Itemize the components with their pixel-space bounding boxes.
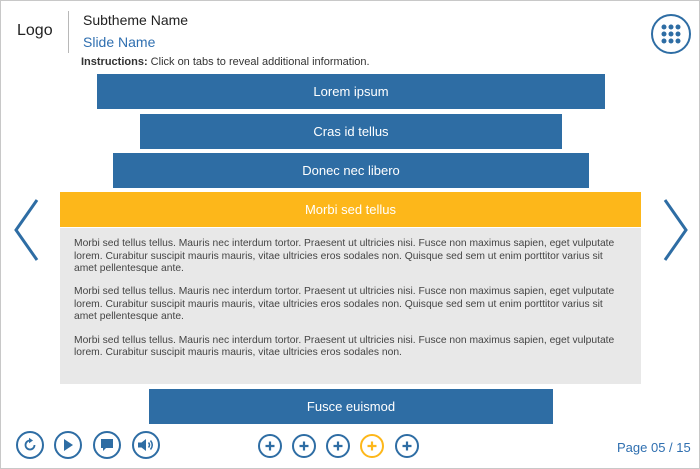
tab-label: Fusce euismod — [306, 399, 396, 414]
instructions: Instructions: Click on tabs to reveal ad… — [81, 56, 370, 68]
menu-button[interactable] — [651, 14, 691, 54]
prev-button[interactable] — [11, 197, 41, 263]
tab-dot-1[interactable] — [258, 434, 282, 458]
plus-icon — [265, 441, 275, 451]
tab-dot-2[interactable] — [292, 434, 316, 458]
slide-title: Slide Name — [83, 34, 156, 50]
instructions-text: Click on tabs to reveal additional infor… — [147, 56, 370, 68]
panel-paragraph: Morbi sed tellus tellus. Mauris nec inte… — [74, 286, 615, 323]
panel-paragraph: Morbi sed tellus tellus. Mauris nec inte… — [74, 238, 615, 275]
tab-donec-nec-libero[interactable]: Donec nec libero — [113, 153, 589, 188]
chevron-left-icon — [14, 199, 39, 261]
tab-fusce-euismod[interactable]: Fusce euismod — [149, 389, 553, 424]
grid-icon — [661, 24, 681, 44]
transcript-button[interactable] — [93, 431, 121, 459]
subtheme-title: Subtheme Name — [83, 12, 189, 28]
play-icon — [64, 439, 73, 451]
header-divider — [68, 11, 69, 53]
tab-label: Cras id tellus — [313, 124, 389, 139]
tab-cras-id-tellus[interactable]: Cras id tellus — [140, 114, 562, 149]
speech-bubble-icon — [101, 439, 113, 451]
logo: Logo — [17, 22, 53, 39]
audio-button[interactable] — [132, 431, 160, 459]
tab-label: Donec nec libero — [302, 163, 400, 178]
replay-icon — [24, 437, 36, 451]
chevron-right-icon — [663, 199, 688, 261]
page-counter: Page 05 / 15 — [617, 440, 691, 455]
tab-lorem-ipsum[interactable]: Lorem ipsum — [97, 74, 605, 109]
speaker-icon — [138, 439, 153, 451]
replay-button[interactable] — [16, 431, 44, 459]
tab-morbi-sed-tellus[interactable]: Morbi sed tellus — [60, 192, 641, 227]
instructions-label: Instructions: — [81, 56, 148, 68]
slide-frame: Logo Subtheme Name Slide Name Instructio… — [0, 0, 700, 469]
tab-label: Morbi sed tellus — [304, 202, 397, 217]
tab-dot-3[interactable] — [326, 434, 350, 458]
plus-icon — [299, 441, 309, 451]
next-button[interactable] — [661, 197, 691, 263]
tab-dot-4[interactable] — [360, 434, 384, 458]
play-button[interactable] — [54, 431, 82, 459]
tab-dot-5[interactable] — [395, 434, 419, 458]
plus-icon — [402, 441, 412, 451]
plus-icon — [333, 441, 343, 451]
tab-label: Lorem ipsum — [313, 84, 389, 99]
tab-content-panel: Morbi sed tellus tellus. Mauris nec inte… — [60, 228, 641, 384]
plus-icon — [367, 441, 377, 451]
panel-paragraph: Morbi sed tellus tellus. Mauris nec inte… — [74, 334, 615, 359]
